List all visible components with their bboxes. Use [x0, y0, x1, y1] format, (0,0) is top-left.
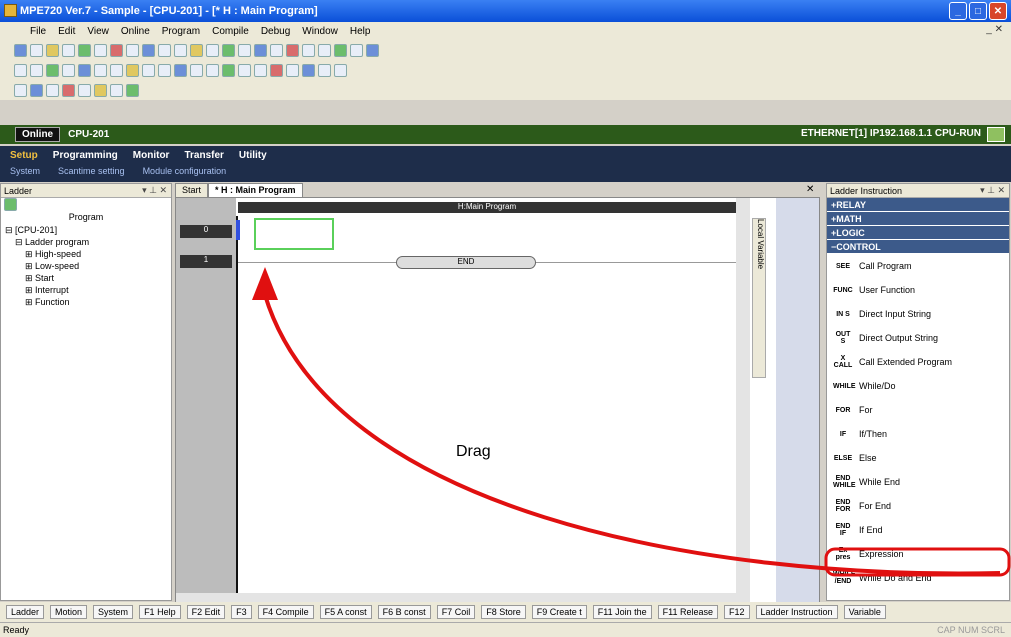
- drag-label: Drag: [456, 443, 491, 460]
- drag-arrow: [263, 294, 1001, 576]
- arrowhead-icon: [252, 267, 278, 300]
- drag-annotation: [252, 267, 1011, 577]
